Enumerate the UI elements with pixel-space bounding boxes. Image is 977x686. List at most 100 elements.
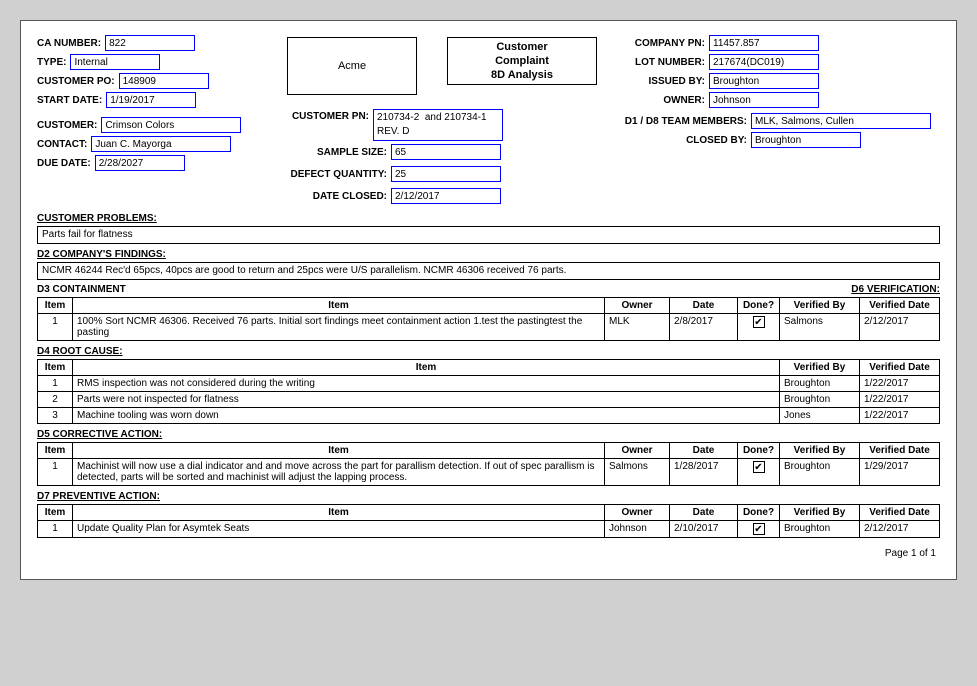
d7-th-desc: Item [73,505,605,521]
d5-owner: Salmons [605,459,670,486]
d5-th-verdate: Verified Date [860,443,940,459]
issued-by-row: ISSUED BY: Broughton [617,73,940,89]
lot-number-row: LOT NUMBER: 217674(DC019) [617,54,940,70]
d3-table: Item Item Owner Date Done? Verified By V… [37,297,940,341]
d5-verdate: 1/29/2017 [860,459,940,486]
title-box: CustomerComplaint8D Analysis [447,37,597,85]
issued-by-label: ISSUED BY: [617,76,705,87]
done-checkbox[interactable]: ✔ [753,316,765,328]
d3-th-verby: Verified By [780,298,860,314]
defect-qty-label: DEFECT QUANTITY: [287,169,387,180]
contact-row: CONTACT: Juan C. Mayorga [37,136,287,152]
d4-desc: Machine tooling was worn down [73,408,780,424]
date-closed-row: DATE CLOSED: 2/12/2017 [287,188,597,204]
d2-text: NCMR 46244 Rec'd 65pcs, 40pcs are good t… [37,262,940,280]
table-row: 1 Machinist will now use a dial indicato… [38,459,940,486]
d7-th-date: Date [670,505,738,521]
d4-verby: Jones [780,408,860,424]
start-date-value: 1/19/2017 [106,92,196,108]
d4-table: Item Item Verified By Verified Date 1 RM… [37,359,940,424]
d7-verdate: 2/12/2017 [860,521,940,538]
contact-label: CONTACT: [37,139,87,150]
table-row: 3 Machine tooling was worn down Jones 1/… [38,408,940,424]
customer-pn-label: CUSTOMER PN: [287,109,369,122]
customer-problems-text: Parts fail for flatness [37,226,940,244]
due-date-label: DUE DATE: [37,158,91,169]
d3-verby: Salmons [780,314,860,341]
done-checkbox[interactable]: ✔ [753,523,765,535]
d7-date: 2/10/2017 [670,521,738,538]
d1d8-row: D1 / D8 TEAM MEMBERS: MLK, Salmons, Cull… [617,113,940,129]
d3-title: D3 CONTAINMENT [37,284,126,295]
d5-date: 1/28/2017 [670,459,738,486]
company-pn-value: 11457.857 [709,35,819,51]
d4-desc: Parts were not inspected for flatness [73,392,780,408]
d3-owner: MLK [605,314,670,341]
table-row: 1 RMS inspection was not considered duri… [38,376,940,392]
d3-desc: 100% Sort NCMR 46306. Received 76 parts.… [73,314,605,341]
d3-date: 2/8/2017 [670,314,738,341]
defect-qty-value: 25 [391,166,501,182]
start-date-row: START DATE: 1/19/2017 [37,92,287,108]
d6-title: D6 VERIFICATION: [851,284,940,295]
d7-th-done: Done? [738,505,780,521]
d7-item: 1 [38,521,73,538]
d1d8-value: MLK, Salmons, Cullen [751,113,931,129]
lot-number-label: LOT NUMBER: [617,57,705,68]
sample-size-value: 65 [391,144,501,160]
d4-verby: Broughton [780,392,860,408]
d4-th-item: Item [38,360,73,376]
ca-number-value: 822 [105,35,195,51]
header-right-fields: COMPANY PN: 11457.857 LOT NUMBER: 217674… [617,35,940,151]
owner-value: Johnson [709,92,819,108]
d4-verdate: 1/22/2017 [860,392,940,408]
header-center-area: Acme CustomerComplaint8D Analysis CUSTOM… [287,37,597,207]
sample-size-label: SAMPLE SIZE: [287,147,387,158]
d4-th-desc: Item [73,360,780,376]
d5-th-owner: Owner [605,443,670,459]
customer-row: CUSTOMER: Crimson Colors [37,117,287,133]
d2-title: D2 COMPANY'S FINDINGS: [37,249,940,260]
d7-th-item: Item [38,505,73,521]
date-closed-value: 2/12/2017 [391,188,501,204]
table-row: 1 Update Quality Plan for Asymtek Seats … [38,521,940,538]
d5-title: D5 CORRECTIVE ACTION: [37,429,940,440]
d4-item: 3 [38,408,73,424]
customer-value: Crimson Colors [101,117,241,133]
done-checkbox[interactable]: ✔ [753,461,765,473]
due-date-value: 2/28/2027 [95,155,185,171]
d5-th-desc: Item [73,443,605,459]
header-left-fields: CA NUMBER: 822 TYPE: Internal CUSTOMER P… [37,35,287,174]
date-closed-label: DATE CLOSED: [287,191,387,202]
owner-row: OWNER: Johnson [617,92,940,108]
d7-verby: Broughton [780,521,860,538]
d3-verdate: 2/12/2017 [860,314,940,341]
type-value: Internal [70,54,160,70]
closed-by-label: CLOSED BY: [617,135,747,146]
owner-label: OWNER: [617,95,705,106]
type-row: TYPE: Internal [37,54,287,70]
d4-verdate: 1/22/2017 [860,376,940,392]
d5-done: ✔ [738,459,780,486]
d5-th-date: Date [670,443,738,459]
d3-th-item: Item [38,298,73,314]
page-footer: Page 1 of 1 [37,548,940,559]
d3-done: ✔ [738,314,780,341]
main-page: CA NUMBER: 822 TYPE: Internal CUSTOMER P… [20,20,957,580]
table-row: 1 100% Sort NCMR 46306. Received 76 part… [38,314,940,341]
d4-item: 1 [38,376,73,392]
sample-size-row: SAMPLE SIZE: 65 [287,144,597,160]
d4-verdate: 1/22/2017 [860,408,940,424]
table-row: 2 Parts were not inspected for flatness … [38,392,940,408]
customer-pn-value: 210734-2 and 210734-1 REV. D [373,109,503,141]
due-date-row: DUE DATE: 2/28/2027 [37,155,287,171]
d7-table: Item Item Owner Date Done? Verified By V… [37,504,940,538]
d5-desc: Machinist will now use a dial indicator … [73,459,605,486]
d3-th-date: Date [670,298,738,314]
d7-title: D7 PREVENTIVE ACTION: [37,491,940,502]
d7-th-verdate: Verified Date [860,505,940,521]
d3-item: 1 [38,314,73,341]
lot-number-value: 217674(DC019) [709,54,819,70]
issued-by-value: Broughton [709,73,819,89]
page-number: Page 1 of 1 [885,548,936,559]
